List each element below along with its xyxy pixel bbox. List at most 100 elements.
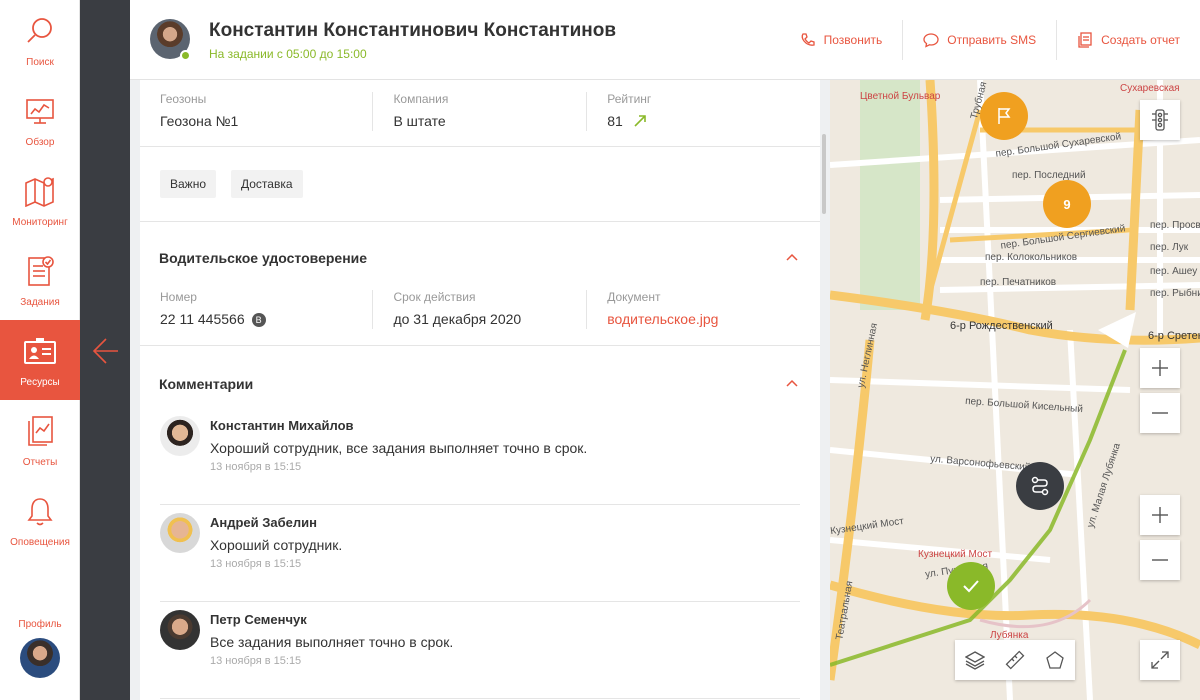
map-label: Цветной Бульвар: [860, 91, 941, 102]
fullscreen-button[interactable]: [1140, 640, 1180, 680]
sidebar-item-resources[interactable]: Ресурсы: [0, 320, 80, 400]
field-label: Геозоны: [160, 92, 207, 106]
expand-icon: [1151, 651, 1169, 669]
avatar: [160, 513, 200, 553]
call-button[interactable]: Позвонить: [780, 20, 903, 60]
comment-author: Константин Михайлов: [210, 418, 354, 433]
sidebar-item-monitoring[interactable]: Мониторинг: [0, 160, 80, 240]
trend-up-icon: [634, 115, 647, 127]
minus-icon: [1152, 559, 1168, 561]
geozones-field: Геозоны Геозона №1: [160, 92, 372, 131]
chat-bubble-icon: [923, 33, 939, 48]
field-value: В штате: [393, 113, 446, 129]
field-value: до 31 декабря 2020: [393, 311, 522, 327]
comment-author: Андрей Забелин: [210, 515, 318, 530]
phone-icon: [801, 33, 815, 46]
company-field: Компания В штате: [372, 92, 586, 131]
map-view[interactable]: Цветной Бульвар Сухаревская Трубная пер.…: [830, 80, 1200, 700]
avatar[interactable]: [20, 638, 60, 678]
sidebar-item-label: Оповещения: [10, 537, 70, 548]
divider: [140, 345, 820, 346]
info-row: Геозоны Геозона №1 Компания В штате Рейт…: [160, 92, 800, 131]
map-label: пер. Просв: [1150, 220, 1200, 231]
sidebar-item-reports[interactable]: Отчеты: [0, 400, 80, 480]
map-label: пер. Ашеу: [1150, 266, 1198, 277]
sidebar-item-search[interactable]: Поиск: [0, 0, 80, 80]
document-link[interactable]: водительское.jpg: [607, 311, 718, 327]
comment-text: Хороший сотрудник.: [210, 537, 343, 553]
plus-icon: [1152, 507, 1168, 523]
sidebar-item-label: Обзор: [25, 137, 55, 148]
profile[interactable]: Профиль: [0, 612, 80, 678]
back-arrow-icon[interactable]: [92, 337, 120, 365]
field-value: 81: [607, 113, 623, 129]
comment-author: Петр Семенчук: [210, 612, 307, 627]
plus-icon: [1152, 360, 1168, 376]
checkmark-icon: [963, 580, 979, 593]
map-label: 6-р Рождественский: [950, 320, 1053, 332]
layers-icon[interactable]: [965, 650, 985, 670]
traffic-light-icon: [1152, 109, 1168, 131]
zoom-in-button[interactable]: [1140, 495, 1180, 535]
online-status-indicator: [180, 50, 191, 61]
cluster-marker[interactable]: 9: [1043, 180, 1091, 228]
resource-details-panel: Геозоны Геозона №1 Компания В штате Рейт…: [140, 80, 820, 700]
location-arrow-icon: [1098, 312, 1136, 348]
flag-marker[interactable]: [980, 92, 1028, 140]
traffic-button[interactable]: [1140, 100, 1180, 140]
field-label: Компания: [393, 92, 449, 106]
license-section-title: Водительское удостоверение: [159, 250, 368, 266]
send-sms-label: Отправить SMS: [947, 33, 1037, 47]
sidebar: Поиск Обзор Мониторинг Задания Ресурсы О…: [0, 0, 80, 700]
send-sms-button[interactable]: Отправить SMS: [902, 20, 1056, 60]
license-category-badge: B: [251, 313, 266, 327]
zoom-out-button[interactable]: [1140, 540, 1180, 580]
sidebar-item-label: Поиск: [26, 57, 54, 68]
field-value: 22 11 445566: [160, 311, 245, 327]
ruler-icon[interactable]: [1005, 650, 1025, 670]
map-label: пер. Рыбник: [1150, 288, 1200, 299]
chevron-up-icon[interactable]: [786, 253, 798, 261]
route-marker[interactable]: [1016, 462, 1064, 510]
sidebar-item-tasks[interactable]: Задания: [0, 240, 80, 320]
zoom-in-button[interactable]: [1140, 348, 1180, 388]
map-label: Кузнецкий Мост: [918, 549, 993, 560]
create-report-button[interactable]: Создать отчет: [1056, 20, 1200, 60]
map-label: пер. Последний: [1012, 170, 1086, 181]
license-document-field: Документ водительское.jpg: [586, 290, 800, 329]
scrollbar[interactable]: [822, 134, 826, 214]
bell-icon: [27, 498, 53, 526]
map-label: пер. Печатников: [980, 277, 1057, 288]
map-label: Сухаревская: [1120, 83, 1180, 94]
minus-icon: [1152, 412, 1168, 414]
field-label: Рейтинг: [607, 92, 652, 106]
divider: [140, 146, 820, 147]
polygon-icon[interactable]: [1045, 650, 1065, 670]
avatar: [160, 416, 200, 456]
report-icon: [1078, 32, 1092, 48]
create-report-label: Создать отчет: [1101, 33, 1180, 47]
dashboard-icon: [26, 99, 54, 124]
field-label: Номер: [160, 290, 197, 304]
license-validity-field: Срок действия до 31 декабря 2020: [372, 290, 586, 329]
completed-marker[interactable]: [947, 562, 995, 610]
tasks-icon: [28, 256, 54, 286]
zoom-out-button[interactable]: [1140, 393, 1180, 433]
comment-text: Все задания выполняет точно в срок.: [210, 634, 454, 650]
rating-field: Рейтинг 81: [586, 92, 800, 131]
comment-time: 13 ноября в 15:15: [210, 655, 302, 667]
map-tools-toolbar: [955, 640, 1075, 680]
tag-delivery[interactable]: Доставка: [231, 170, 303, 198]
tag-important[interactable]: Важно: [160, 170, 217, 198]
comment-time: 13 ноября в 15:15: [210, 461, 302, 473]
header-actions: Позвонить Отправить SMS Создать отчет: [780, 20, 1200, 60]
search-icon: [27, 18, 52, 43]
sidebar-item-overview[interactable]: Обзор: [0, 80, 80, 160]
flag-icon: [998, 108, 1011, 124]
chevron-up-icon[interactable]: [786, 379, 798, 387]
sidebar-item-alerts[interactable]: Оповещения: [0, 480, 80, 560]
license-row: Номер 22 11 445566 B Срок действия до 31 …: [160, 290, 800, 329]
back-strip: [80, 0, 130, 700]
comment-item: Константин Михайлов Хороший сотрудник, в…: [160, 408, 800, 505]
sidebar-item-label: Ресурсы: [20, 377, 60, 388]
